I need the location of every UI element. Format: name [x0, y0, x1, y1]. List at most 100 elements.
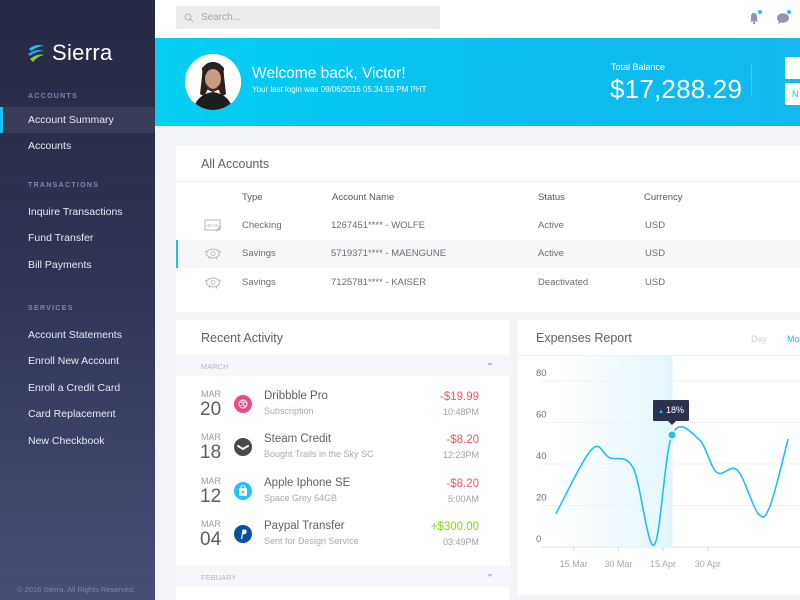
transaction-item[interactable]: MAR 20 Dribbble Pro Subscription -$19.99… — [176, 389, 510, 433]
sidebar-item-new-checkbook[interactable]: New Checkbook — [0, 428, 155, 454]
search-input[interactable] — [201, 12, 431, 23]
piggy-bank-icon — [204, 277, 222, 289]
tx-day: 04 — [200, 529, 222, 550]
column-header-type[interactable]: Type — [242, 192, 263, 203]
month-group-header[interactable]: MARCH — [176, 355, 510, 376]
sidebar-item-inquire-transactions[interactable]: Inquire Transactions — [0, 199, 155, 225]
transaction-item[interactable]: MAR 04 Paypal Transfer Sent for Design S… — [176, 519, 510, 563]
column-header-currency[interactable]: Currency — [644, 192, 683, 203]
table-row[interactable]: Savings 7125781**** - KAISER Deactivated… — [176, 269, 800, 297]
sidebar-item-enroll-credit-card[interactable]: Enroll a Credit Card — [0, 375, 155, 401]
hero-action-button-2[interactable]: N — [785, 83, 800, 105]
apple-store-icon — [234, 482, 252, 500]
avatar[interactable] — [185, 54, 241, 110]
search-icon — [184, 13, 194, 22]
card-title: Recent Activity — [201, 331, 283, 345]
account-status: Active — [538, 248, 564, 259]
expenses-chart: 0 20 40 60 80 15 Mar 30 Mar 15 Apr 30 Apr ▲ 18% — [518, 355, 800, 595]
column-header-account-name[interactable]: Account Name — [332, 192, 394, 203]
tooltip-value: 18% — [665, 404, 684, 415]
y-tick-label: 0 — [536, 534, 541, 545]
y-tick-label: 20 — [536, 493, 547, 504]
tx-day: 18 — [200, 442, 222, 463]
highlight-point — [668, 431, 676, 439]
message-badge — [787, 10, 791, 14]
piggy-bank-icon — [204, 248, 222, 260]
total-balance-label: Total Balance — [611, 62, 666, 72]
tx-amount: -$8.20 — [446, 478, 479, 490]
tx-description: Space Grey 64GB — [264, 493, 338, 503]
y-tick-label: 80 — [536, 368, 547, 379]
account-status: Active — [538, 220, 564, 231]
tab-day[interactable]: Day — [751, 334, 767, 344]
card-title: All Accounts — [201, 157, 270, 171]
tx-description: Subscription — [264, 406, 314, 416]
welcome-banner: Welcome back, Victor! Your last login wa… — [155, 38, 800, 126]
account-status: Deactivated — [538, 277, 589, 288]
sidebar-item-account-statements[interactable]: Account Statements — [0, 322, 155, 348]
nav-heading: ACCOUNTS — [28, 93, 79, 100]
nav-heading: SERVICES — [28, 305, 74, 312]
table-row[interactable]: $0.00 Checking 1267451**** - WOLFE Activ… — [176, 212, 800, 240]
card-title: Expenses Report — [536, 331, 632, 345]
logo[interactable]: Sierra — [26, 40, 113, 66]
account-name: 7125781**** - KAISER — [331, 277, 427, 288]
account-type: Savings — [242, 248, 276, 259]
sidebar-item-fund-transfer[interactable]: Fund Transfer — [0, 225, 155, 251]
tx-day: 12 — [200, 486, 222, 507]
notifications-button[interactable] — [747, 10, 762, 25]
nav-section-transactions: TRANSACTIONS Inquire Transactions Fund T… — [0, 179, 155, 278]
x-tick-label: 15 Mar — [560, 559, 588, 569]
tx-description: Sent for Design Service — [264, 536, 359, 546]
month-label: FEBUARY — [201, 573, 237, 582]
y-tick-label: 60 — [536, 410, 547, 421]
account-type: Savings — [242, 277, 276, 288]
chevron-down-icon[interactable] — [487, 574, 493, 577]
month-group-header[interactable]: FEBUARY — [176, 566, 510, 587]
total-balance-value: $17,288.29 — [610, 74, 743, 104]
tx-time: 12:23PM — [442, 450, 479, 460]
notification-badge — [758, 10, 762, 14]
tx-name: Apple Iphone SE — [264, 477, 351, 489]
sidebar-item-account-summary[interactable]: Account Summary — [0, 107, 155, 134]
copyright: © 2016 Sierra. All Rights Reserved. — [17, 585, 136, 594]
transaction-item[interactable]: MAR 18 Steam Credit Bought Trails in the… — [176, 432, 510, 476]
tx-month: MAR — [201, 389, 221, 399]
month-label: MARCH — [201, 362, 229, 371]
sidebar-item-enroll-new-account[interactable]: Enroll New Account — [0, 348, 155, 374]
divider — [751, 63, 752, 96]
tx-amount: -$8.20 — [446, 434, 479, 446]
tab-month[interactable]: Mo — [787, 334, 800, 344]
table-row[interactable]: Savings 5719371**** - MAENGUNE Active US… — [176, 240, 800, 268]
account-currency: USD — [645, 248, 666, 259]
account-name: 5719371**** - MAENGUNE — [331, 248, 447, 259]
chart-tooltip: ▲ 18% — [652, 399, 689, 425]
dribbble-icon — [234, 395, 252, 413]
highlight-band — [558, 356, 672, 547]
search-box[interactable] — [176, 6, 440, 29]
sierra-logo-icon — [28, 45, 44, 62]
all-accounts-card: All Accounts Type Account Name Status Cu… — [176, 146, 800, 312]
sidebar: Sierra ACCOUNTS Account Summary Accounts… — [0, 0, 155, 600]
hero-action-button-1[interactable] — [785, 57, 800, 79]
sidebar-item-accounts[interactable]: Accounts — [0, 133, 155, 159]
sidebar-item-card-replacement[interactable]: Card Replacement — [0, 401, 155, 427]
tx-description: Bought Trails in the Sky SC — [264, 449, 374, 459]
tx-amount: +$300.00 — [430, 521, 479, 533]
tx-time: 03:49PM — [442, 537, 479, 547]
column-header-status[interactable]: Status — [538, 192, 565, 203]
expenses-report-card: Expenses Report Day Mo 0 20 40 60 80 15 Mar 30… — [518, 320, 800, 595]
sidebar-item-bill-payments[interactable]: Bill Payments — [0, 252, 155, 278]
line-chart: 0 20 40 60 80 15 Mar 30 Mar 15 Apr 30 Apr — [536, 356, 800, 569]
nav-heading: TRANSACTIONS — [28, 182, 100, 189]
welcome-message: Welcome back, Victor! — [252, 65, 406, 82]
chevron-down-icon[interactable] — [487, 363, 493, 366]
transaction-item[interactable]: MAR 12 Apple Iphone SE Space Grey 64GB -… — [176, 476, 510, 520]
x-tick-label: 15 Apr — [650, 559, 676, 569]
messages-button[interactable] — [776, 10, 791, 25]
brand-name: Sierra — [52, 40, 113, 65]
account-currency: USD — [645, 220, 666, 231]
trend-up-icon: ▲ — [658, 408, 664, 415]
paypal-icon — [234, 525, 252, 543]
tx-month: MAR — [201, 432, 221, 442]
